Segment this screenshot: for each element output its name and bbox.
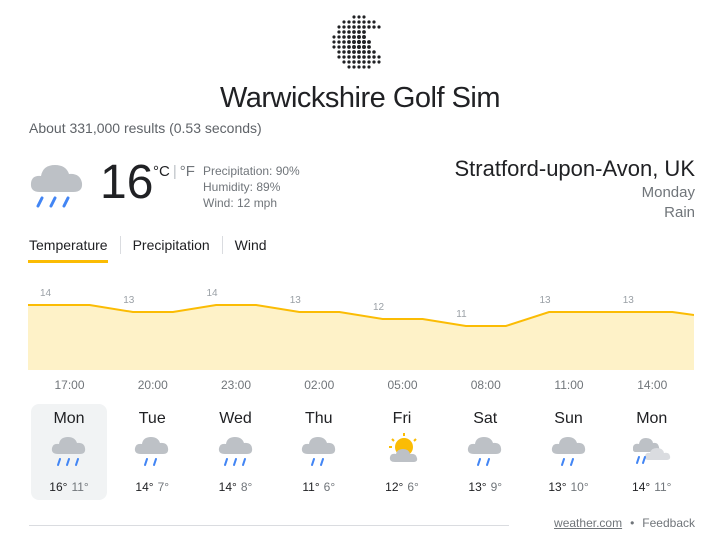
rain-and-cloud-icon xyxy=(632,438,670,464)
time-label: 20:00 xyxy=(137,378,168,392)
forecast-day-name: Mon xyxy=(636,410,668,427)
time-label: 14:00 xyxy=(637,378,668,392)
forecast-high: 12° xyxy=(385,480,404,494)
forecast-low: 8° xyxy=(240,480,253,494)
forecast-low: 6° xyxy=(407,480,419,494)
forecast-day[interactable]: Fri 12° 6° xyxy=(364,404,440,500)
partly-cloudy-icon xyxy=(389,433,418,462)
location-day: Monday xyxy=(641,184,695,201)
forecast-low: 11° xyxy=(654,480,672,494)
forecast-high: 13° xyxy=(548,480,567,494)
celsius-toggle[interactable]: °C xyxy=(153,163,170,180)
weather-tabs: Temperature Precipitation Wind xyxy=(29,236,291,254)
rain-icon xyxy=(30,165,83,208)
forecast-day-name: Tue xyxy=(138,410,166,427)
active-tab-indicator xyxy=(28,260,108,263)
light-rain-icon xyxy=(551,437,585,466)
forecast-temps: 16° 11° xyxy=(31,480,107,494)
forecast-day-name: Fri xyxy=(392,410,412,427)
time-axis: 17:00 20:00 23:00 02:00 05:00 08:00 11:00 14:00 xyxy=(28,378,694,394)
forecast-day[interactable]: Sun 13° 10° xyxy=(531,404,607,500)
forecast-day-name: Sun xyxy=(554,410,583,427)
fahrenheit-toggle[interactable]: °F xyxy=(180,163,195,180)
forecast-day[interactable]: Wed 14° 8° xyxy=(198,404,274,500)
precipitation-text: Precipitation: 90% xyxy=(203,164,300,178)
temperature-value-label: 13 xyxy=(123,295,135,306)
site-logo: Warwickshire Golf Sim xyxy=(0,8,720,114)
temperature-value-label: 13 xyxy=(623,295,635,306)
forecast-temps: 13° 9° xyxy=(447,480,523,494)
wind-text: Wind: 12 mph xyxy=(203,196,278,210)
forecast-temps: 12° 6° xyxy=(364,480,440,494)
temperature-value-label: 14 xyxy=(207,288,219,299)
forecast-day-name: Mon xyxy=(53,410,85,427)
forecast-high: 14° xyxy=(218,480,237,494)
forecast-high: 13° xyxy=(468,480,487,494)
time-label: 05:00 xyxy=(387,378,418,392)
forecast-high: 14° xyxy=(632,480,651,494)
weather-source-link[interactable]: weather.com xyxy=(554,516,622,530)
temperature-value-label: 14 xyxy=(40,288,52,299)
forecast-low: 9° xyxy=(490,480,503,494)
temperature-value-label: 13 xyxy=(290,295,302,306)
temperature-value-label: 12 xyxy=(373,302,385,313)
time-label: 11:00 xyxy=(554,378,584,392)
forecast-low: 7° xyxy=(157,480,170,494)
footer-divider xyxy=(29,525,509,526)
temperature-value-label: 13 xyxy=(540,295,552,306)
tab-wind[interactable]: Wind xyxy=(235,236,279,254)
results-count: About 331,000 results (0.53 seconds) xyxy=(29,120,262,136)
location-name: Stratford-upon-Avon, UK xyxy=(454,156,696,181)
time-label: 02:00 xyxy=(304,378,335,392)
forecast-temps: 14° 11° xyxy=(614,480,690,494)
forecast-day[interactable]: Mon 14° 11° xyxy=(614,404,690,500)
forecast-temps: 14° 7° xyxy=(114,480,190,494)
forecast-temps: 13° 10° xyxy=(531,480,607,494)
unit-toggle: °C | °F xyxy=(153,163,195,180)
forecast-temps: 14° 8° xyxy=(198,480,274,494)
forecast-day[interactable]: Thu 11° 6° xyxy=(281,404,357,500)
tab-precipitation[interactable]: Precipitation xyxy=(133,236,223,254)
humidity-text: Humidity: 89% xyxy=(203,180,281,194)
forecast-high: 14° xyxy=(135,480,154,494)
time-label: 23:00 xyxy=(220,378,252,392)
daily-forecast: Mon 16° 11° Tue 14° 7° Wed 14° 8° Thu 11° 6° Fri 12° 6… xyxy=(28,404,694,500)
light-rain-icon xyxy=(135,437,169,466)
time-label: 17:00 xyxy=(54,378,85,392)
current-temperature: 16 xyxy=(100,156,154,209)
forecast-high: 11° xyxy=(302,480,320,494)
footer: weather.com • Feedback xyxy=(554,516,695,530)
light-rain-icon xyxy=(468,437,502,466)
rain-icon xyxy=(51,437,86,466)
tab-temperature[interactable]: Temperature xyxy=(29,236,121,254)
light-rain-icon xyxy=(301,437,335,466)
location-condition: Rain xyxy=(664,204,695,221)
forecast-temps: 11° 6° xyxy=(281,480,357,494)
forecast-low: 11° xyxy=(71,480,89,494)
forecast-low: 10° xyxy=(570,480,589,494)
rain-icon xyxy=(218,437,252,466)
forecast-day-name: Thu xyxy=(304,410,333,427)
forecast-day[interactable]: Tue 14° 7° xyxy=(114,404,190,500)
forecast-low: 6° xyxy=(323,480,336,494)
temperature-value-label: 11 xyxy=(456,309,467,320)
forecast-day[interactable]: Sat 13° 9° xyxy=(447,404,523,500)
weather-details: Precipitation: 90% Humidity: 89% Wind: 1… xyxy=(203,163,300,211)
forecast-day[interactable]: Mon 16° 11° xyxy=(31,404,107,500)
feedback-link[interactable]: Feedback xyxy=(642,516,695,530)
location-block: Stratford-upon-Avon, UK Monday Rain xyxy=(455,155,696,223)
forecast-high: 16° xyxy=(49,480,68,494)
temperature-chart: 14 13 14 13 12 11 13 13 xyxy=(28,288,694,370)
forecast-day-name: Wed xyxy=(219,410,252,427)
forecast-day-name: Sat xyxy=(473,410,498,427)
golf-ball-logo-icon xyxy=(332,15,381,69)
time-label: 08:00 xyxy=(470,378,501,392)
logo-text: Warwickshire Golf Sim xyxy=(219,82,501,114)
